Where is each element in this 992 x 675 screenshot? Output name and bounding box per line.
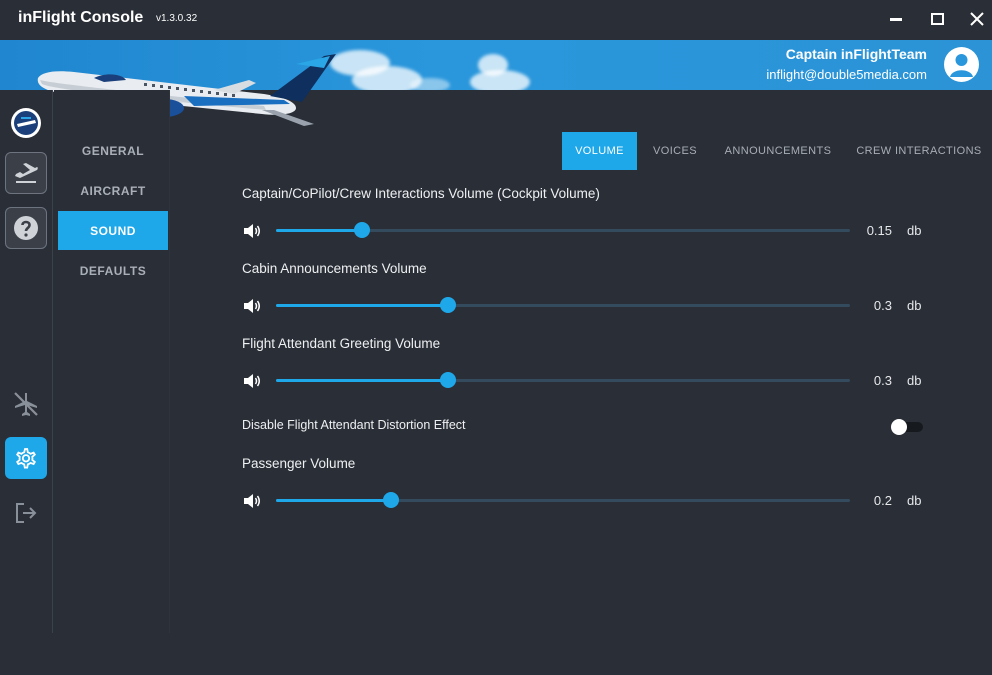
distortion-toggle-label: Disable Flight Attendant Distortion Effe…: [242, 418, 466, 432]
slider-thumb[interactable]: [440, 372, 457, 388]
app-title: inFlight Console: [18, 9, 144, 26]
greeting-volume-slider[interactable]: [276, 372, 850, 388]
cockpit-volume-slider[interactable]: [276, 222, 850, 238]
slider-fill: [276, 379, 449, 382]
maximize-icon[interactable]: [925, 8, 949, 30]
cabin-volume-value: 0.3: [873, 298, 892, 313]
subnav-item-aircraft[interactable]: AIRCRAFT: [58, 171, 168, 210]
gear-icon[interactable]: [5, 437, 47, 479]
subnav-item-sound[interactable]: SOUND: [58, 211, 168, 250]
tab-voices[interactable]: VOICES: [645, 132, 705, 170]
close-icon[interactable]: [965, 8, 989, 30]
subnav-item-general[interactable]: GENERAL: [58, 131, 168, 170]
logout-icon[interactable]: [5, 492, 47, 534]
cabin-volume-slider[interactable]: [276, 297, 850, 313]
tab-crew-interactions[interactable]: CREW INTERACTIONS: [852, 132, 986, 170]
greeting-volume-label: Flight Attendant Greeting Volume: [242, 336, 441, 351]
speaker-icon: [244, 224, 260, 238]
tab-volume[interactable]: VOLUME: [562, 132, 637, 170]
app-version: v1.3.0.32: [156, 13, 198, 24]
cabin-volume-unit: db: [907, 298, 922, 313]
speaker-icon: [244, 374, 260, 388]
slider-fill: [276, 499, 391, 502]
cockpit-volume-value: 0.15: [866, 223, 892, 238]
speaker-icon: [244, 494, 260, 508]
passenger-volume-label: Passenger Volume: [242, 456, 356, 471]
tab-announcements[interactable]: ANNOUNCEMENTS: [718, 132, 838, 170]
slider-thumb[interactable]: [440, 297, 457, 313]
cockpit-volume-label: Captain/CoPilot/Crew Interactions Volume…: [242, 186, 600, 201]
slider-thumb[interactable]: [382, 492, 399, 508]
passenger-volume-unit: db: [907, 493, 922, 508]
greeting-volume-value: 0.3: [873, 373, 892, 388]
user-name: Captain inFlightTeam: [785, 46, 927, 62]
speaker-icon: [244, 299, 260, 313]
greeting-volume-unit: db: [907, 373, 922, 388]
help-icon[interactable]: [5, 207, 47, 249]
title-bar: inFlight Console v1.3.0.32: [0, 0, 992, 40]
cockpit-volume-unit: db: [907, 223, 922, 238]
slider-fill: [276, 229, 363, 232]
icon-rail: [0, 90, 53, 633]
cabin-volume-label: Cabin Announcements Volume: [242, 261, 427, 276]
slider-fill: [276, 304, 449, 307]
passenger-volume-value: 0.2: [873, 493, 892, 508]
distortion-toggle[interactable]: [891, 419, 923, 435]
minimize-icon[interactable]: [884, 8, 908, 30]
airline-logo-icon[interactable]: [5, 102, 47, 144]
subnav-item-defaults[interactable]: DEFAULTS: [58, 251, 168, 290]
departure-icon[interactable]: [5, 152, 47, 194]
user-avatar-icon[interactable]: [944, 47, 979, 82]
slider-thumb[interactable]: [354, 222, 371, 238]
passenger-volume-slider[interactable]: [276, 492, 850, 508]
no-flight-icon[interactable]: [5, 383, 47, 425]
cloud-decoration: [410, 78, 450, 90]
settings-subnav: GENERAL AIRCRAFT SOUND DEFAULTS: [54, 90, 170, 633]
toggle-knob: [891, 419, 907, 435]
cloud-decoration: [470, 70, 530, 90]
user-email: inflight@double5media.com: [766, 67, 927, 82]
